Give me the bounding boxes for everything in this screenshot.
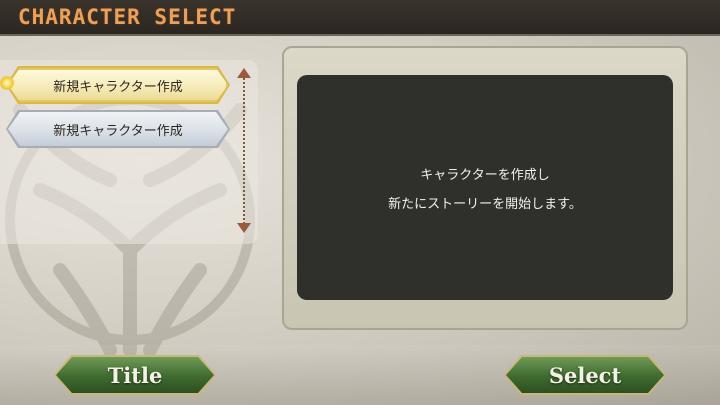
select-button[interactable]: Select (506, 357, 664, 393)
scroll-down-arrow-icon[interactable] (237, 223, 251, 233)
selector-dot-icon (0, 76, 14, 90)
description-line-2: 新たにストーリーを開始します。 (388, 196, 582, 212)
page-title: CHARACTER SELECT (18, 5, 237, 29)
description-line-1: キャラクターを作成し (420, 167, 550, 183)
scroll-up-arrow-icon[interactable] (237, 68, 251, 78)
header-bar: CHARACTER SELECT (0, 0, 720, 36)
description-panel: キャラクターを作成し 新たにストーリーを開始します。 (297, 75, 673, 300)
character-slot-2[interactable]: 新規キャラクター作成 (8, 112, 228, 146)
title-button[interactable]: Title (56, 357, 214, 393)
scroll-track[interactable] (243, 78, 245, 224)
character-slot-1[interactable]: 新規キャラクター作成 (8, 68, 228, 102)
